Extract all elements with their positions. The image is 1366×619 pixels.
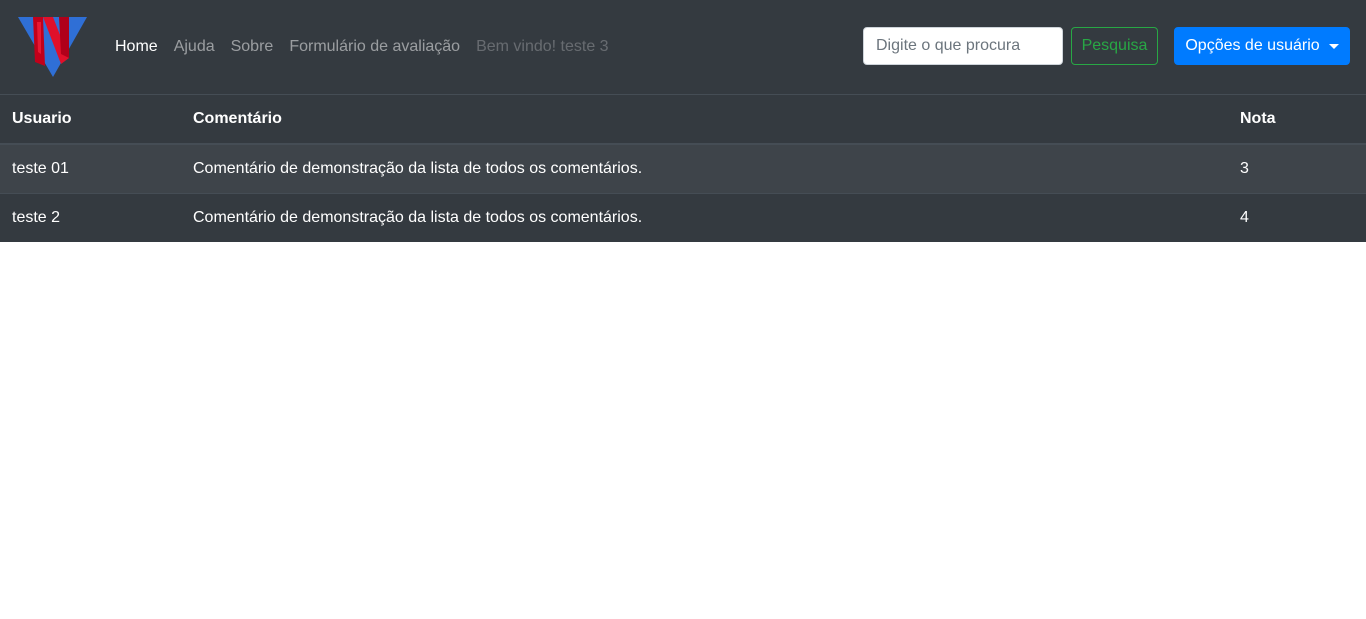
caret-down-icon [1328,43,1339,49]
user-options-dropdown[interactable]: Opções de usuário [1174,27,1350,65]
cell-user: teste 01 [0,143,181,193]
cell-grade: 3 [1228,143,1366,193]
nav-links: Home Ajuda Sobre Formulário de avaliação… [107,36,617,58]
search-input[interactable] [863,27,1063,65]
user-options-label: Opções de usuário [1185,37,1320,54]
column-header-user: Usuario [0,95,181,145]
comments-table: Usuario Comentário Nota teste 01 Comentá… [0,95,1366,242]
cell-grade: 4 [1228,192,1366,242]
table-body: teste 01 Comentário de demonstração da l… [0,143,1366,242]
column-header-grade: Nota [1228,95,1366,145]
search-button[interactable]: Pesquisa [1071,27,1158,65]
navbar: Home Ajuda Sobre Formulário de avaliação… [0,0,1366,95]
table-header-row: Usuario Comentário Nota [0,95,1366,145]
nav-evaluation-form-link[interactable]: Formulário de avaliação [281,38,468,56]
nav-home-link[interactable]: Home [107,38,166,56]
cell-user: teste 2 [0,192,181,242]
welcome-text: Bem vindo! teste 3 [476,38,609,55]
table-header: Usuario Comentário Nota [0,95,1366,145]
column-header-comment: Comentário [181,95,1228,145]
nav-help-link[interactable]: Ajuda [166,38,223,56]
table-row: teste 01 Comentário de demonstração da l… [0,143,1366,193]
table-row: teste 2 Comentário de demonstração da li… [0,192,1366,242]
cell-comment: Comentário de demonstração da lista de t… [181,192,1228,242]
nav-about-link[interactable]: Sobre [223,38,282,56]
brand-logo-icon[interactable] [17,14,89,80]
cell-comment: Comentário de demonstração da lista de t… [181,143,1228,193]
